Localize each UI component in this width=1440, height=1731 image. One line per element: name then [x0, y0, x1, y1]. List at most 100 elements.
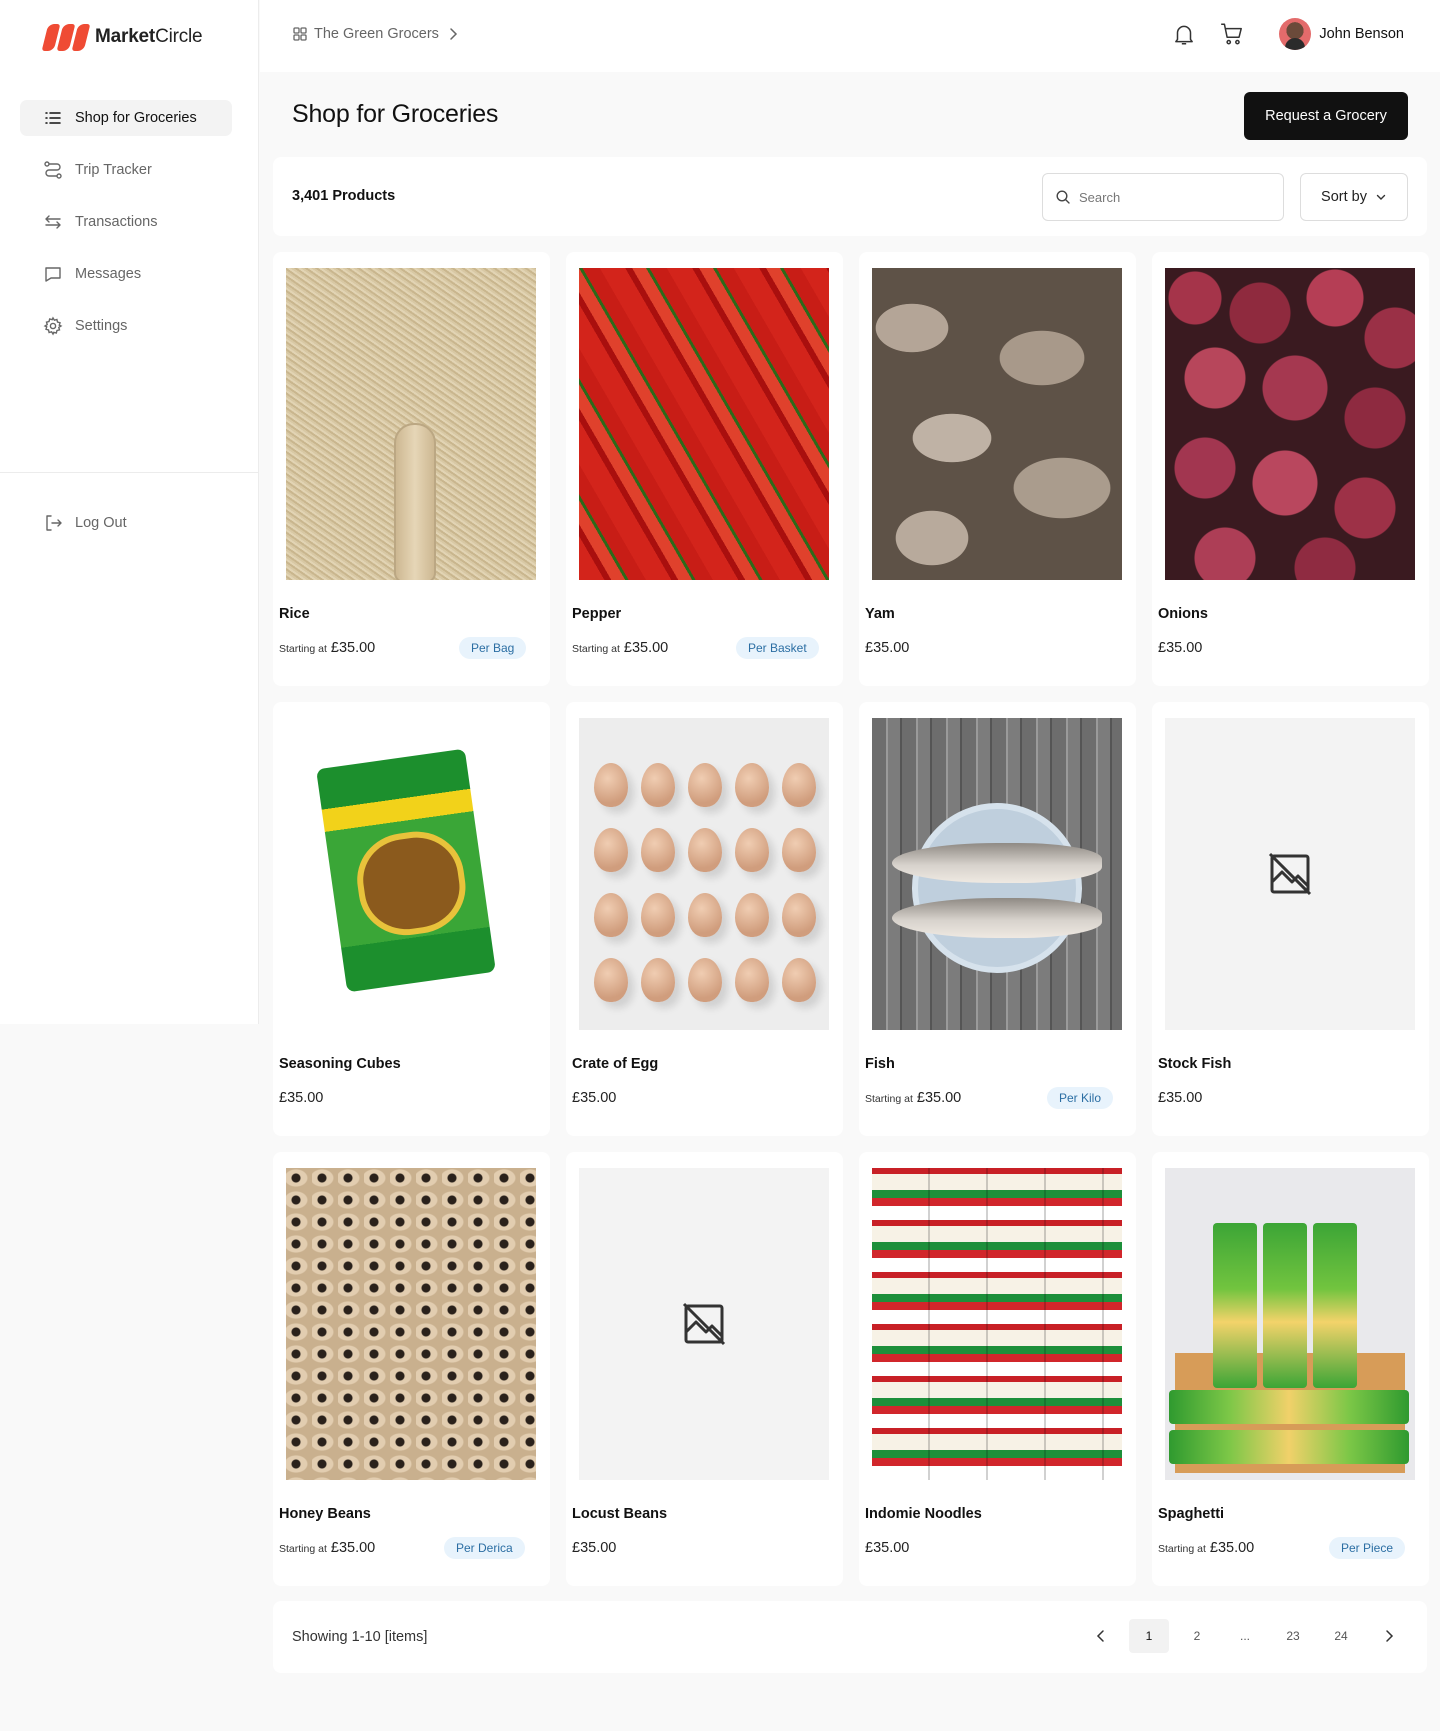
image-unavailable-icon [1268, 852, 1312, 896]
product-name: Honey Beans [279, 1506, 371, 1522]
price-prefix: Starting at [865, 1093, 913, 1105]
unit-badge: Per Kilo [1047, 1087, 1114, 1109]
logo-text: MarketCircle [95, 26, 203, 47]
sidebar-item-settings[interactable]: Settings [20, 308, 232, 344]
sidebar-item-messages[interactable]: Messages [20, 256, 232, 292]
product-image-placeholder [579, 1168, 829, 1480]
logout-icon [46, 515, 62, 531]
product-name: Indomie Noodles [865, 1506, 982, 1522]
price-value: £35.00 [916, 1090, 962, 1106]
logout-button[interactable]: Log Out [20, 505, 232, 541]
route-icon [44, 161, 62, 179]
logo-mark-icon [41, 22, 91, 52]
page-button-23[interactable]: 23 [1273, 1619, 1313, 1653]
page-button-2[interactable]: 2 [1177, 1619, 1217, 1653]
sidebar-item-shop-for-groceries[interactable]: Shop for Groceries [20, 100, 232, 136]
sort-label: Sort by [1321, 189, 1367, 205]
product-card-seasoning-cubes[interactable]: Seasoning Cubes £35.00 [273, 702, 550, 1136]
breadcrumb[interactable]: The Green Grocers [292, 26, 461, 42]
product-image [286, 718, 536, 1030]
next-page-button[interactable] [1369, 1619, 1409, 1653]
chat-bubble-icon [45, 267, 61, 282]
product-price: £35.00 [279, 1090, 323, 1106]
request-grocery-button[interactable]: Request a Grocery [1244, 92, 1408, 140]
user-menu[interactable]: John Benson [1279, 18, 1404, 50]
bell-icon[interactable] [1171, 21, 1197, 47]
product-name: Locust Beans [572, 1506, 668, 1522]
unit-badge: Per Bag [459, 637, 527, 659]
product-card-stock-fish[interactable]: Stock Fish £35.00 [1152, 702, 1429, 1136]
price-value: £35.00 [865, 1540, 910, 1556]
sidebar-item-trip-tracker[interactable]: Trip Tracker [20, 152, 232, 188]
product-image [286, 1168, 536, 1480]
sort-dropdown[interactable]: Sort by [1300, 173, 1408, 221]
price-value: £35.00 [279, 1090, 324, 1106]
product-price: £35.00 [865, 640, 909, 656]
price-value: £35.00 [623, 640, 669, 656]
page-button-24[interactable]: 24 [1321, 1619, 1361, 1653]
page-ellipsis: ... [1239, 1629, 1250, 1643]
product-name: Onions [1158, 606, 1208, 622]
price-value: £35.00 [330, 640, 376, 656]
search-field[interactable] [1042, 173, 1284, 221]
price-prefix: Starting at [279, 1543, 327, 1555]
product-card-honey-beans[interactable]: Honey Beans Starting at £35.00 Per Derica [273, 1152, 550, 1586]
unit-badge: Per Derica [444, 1537, 525, 1559]
price-value: £35.00 [1158, 1090, 1203, 1106]
product-name: Pepper [572, 606, 622, 622]
showing-range: Showing 1-10 [items] [292, 1629, 428, 1645]
price-prefix: Starting at [1158, 1543, 1206, 1555]
price-prefix: Starting at [279, 643, 327, 655]
product-card-yam[interactable]: Yam £35.00 [859, 252, 1136, 686]
product-price: Starting at £35.00 [279, 640, 375, 656]
grid-icon [293, 27, 307, 41]
product-name: Stock Fish [1158, 1056, 1232, 1072]
unit-badge: Per Basket [736, 637, 819, 659]
sidebar-item-transactions[interactable]: Transactions [20, 204, 232, 240]
image-unavailable-icon [682, 1302, 726, 1346]
search-input[interactable] [1079, 189, 1269, 205]
sidebar-item-label: Shop for Groceries [75, 110, 197, 126]
pagination-bar: Showing 1-10 [items] 1 2 ... 23 24 [273, 1601, 1427, 1673]
sidebar-item-label: Settings [75, 318, 128, 334]
product-card-rice[interactable]: Rice Starting at £35.00 Per Bag [273, 252, 550, 686]
product-price: Starting at £35.00 [572, 640, 668, 656]
product-grid: Rice Starting at £35.00 Per Bag Pepper St… [273, 252, 1429, 1586]
product-card-onions[interactable]: Onions £35.00 [1152, 252, 1429, 686]
price-value: £35.00 [1209, 1540, 1255, 1556]
product-name: Fish [865, 1056, 895, 1072]
chevron-right-icon [1386, 1630, 1394, 1642]
price-value: £35.00 [1158, 640, 1203, 656]
unit-badge: Per Piece [1329, 1537, 1406, 1559]
swap-arrows-icon [45, 215, 61, 229]
product-card-fish[interactable]: Fish Starting at £35.00 Per Kilo [859, 702, 1136, 1136]
cart-icon[interactable] [1219, 21, 1245, 47]
product-name: Seasoning Cubes [279, 1056, 401, 1072]
page-button-1[interactable]: 1 [1129, 1619, 1169, 1653]
product-image [872, 1168, 1122, 1480]
chevron-down-icon [1376, 194, 1386, 200]
product-price: £35.00 [572, 1540, 616, 1556]
list-icon [45, 112, 61, 124]
product-count: 3,401 Products [292, 188, 396, 204]
price-value: £35.00 [330, 1540, 376, 1556]
product-price: Starting at £35.00 [865, 1090, 961, 1106]
product-price: £35.00 [572, 1090, 616, 1106]
product-card-locust-beans[interactable]: Locust Beans £35.00 [566, 1152, 843, 1586]
product-image [1165, 268, 1415, 580]
product-image [579, 718, 829, 1030]
price-value: £35.00 [572, 1090, 617, 1106]
chevron-right-icon [450, 28, 457, 40]
breadcrumb-store[interactable]: The Green Grocers [314, 26, 439, 42]
prev-page-button[interactable] [1081, 1619, 1121, 1653]
product-image-placeholder [1165, 718, 1415, 1030]
user-name: John Benson [1319, 26, 1404, 42]
logout-label: Log Out [75, 515, 127, 531]
product-card-spaghetti[interactable]: Spaghetti Starting at £35.00 Per Piece [1152, 1152, 1429, 1586]
app-logo[interactable]: MarketCircle [41, 22, 203, 52]
product-image [579, 268, 829, 580]
product-card-indomie-noodles[interactable]: Indomie Noodles £35.00 [859, 1152, 1136, 1586]
product-card-pepper[interactable]: Pepper Starting at £35.00 Per Basket [566, 252, 843, 686]
product-card-crate-of-egg[interactable]: Crate of Egg £35.00 [566, 702, 843, 1136]
sidebar-item-label: Messages [75, 266, 142, 282]
